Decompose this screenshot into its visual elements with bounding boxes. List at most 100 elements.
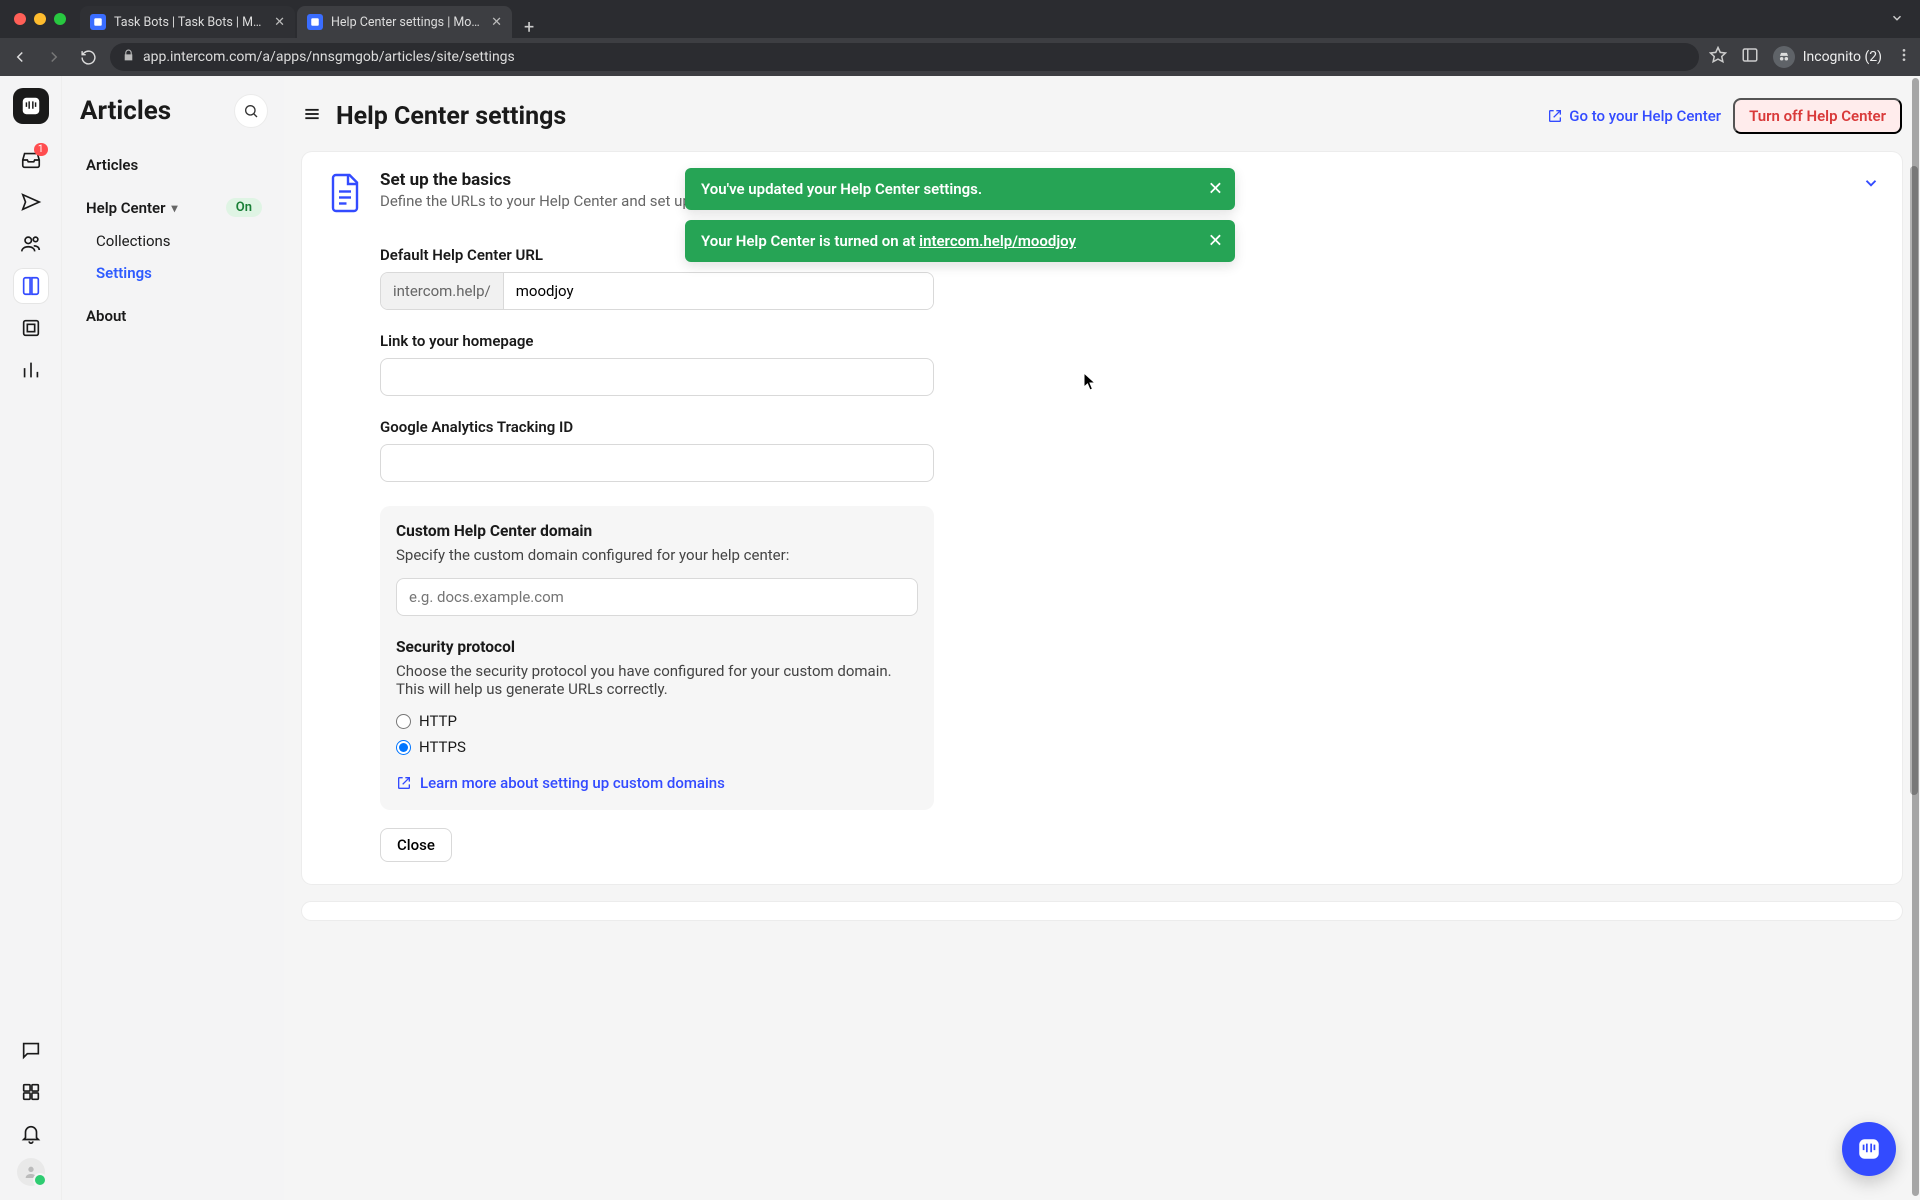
external-link-icon [396,775,412,791]
rail-articles[interactable] [13,268,49,304]
nav-forward-button[interactable] [42,45,66,69]
toast-prefix: Your Help Center is turned on at [701,232,919,250]
sidebar-item-settings[interactable]: Settings [80,257,268,289]
url-text: app.intercom.com/a/apps/nnsgmgob/article… [143,49,515,65]
toast-stack: You've updated your Help Center settings… [685,168,1235,262]
window-controls [8,13,72,25]
sidebar-item-articles[interactable]: Articles [80,148,268,182]
rail-apps[interactable] [13,1074,49,1110]
ga-input[interactable] [380,444,934,482]
sidebar-item-label: Articles [86,156,138,174]
document-icon [324,170,366,216]
sidebar: Articles Articles Help Center ▾ On Colle… [62,76,284,1200]
url-prefix: intercom.help/ [381,273,504,309]
rail-contacts[interactable] [13,226,49,262]
tab-title: Task Bots | Task Bots | Mood… [114,15,266,30]
incognito-icon [1773,46,1795,68]
turn-off-help-center-button[interactable]: Turn off Help Center [1733,98,1902,134]
window-scrollbar[interactable] [1912,78,1919,1196]
toast-updated: You've updated your Help Center settings… [685,168,1235,210]
custom-domain-card: Custom Help Center domain Specify the cu… [380,506,934,810]
nav-rail: 1 [0,76,62,1200]
page-title: Help Center settings [336,102,566,131]
window-minimize-icon[interactable] [34,13,46,25]
custom-domain-desc: Specify the custom domain configured for… [396,546,918,564]
radio-https[interactable]: HTTPS [396,738,918,756]
sidebar-item-help-center[interactable]: Help Center ▾ On [80,190,268,225]
window-zoom-icon[interactable] [54,13,66,25]
learn-more-link[interactable]: Learn more about setting up custom domai… [396,774,918,792]
tab-close-icon[interactable]: ✕ [491,16,502,29]
incognito-label: Incognito (2) [1803,49,1882,65]
browser-tab-1[interactable]: Task Bots | Task Bots | Mood… ✕ [80,6,295,38]
default-url-field: intercom.help/ [380,272,934,310]
kebab-menu-icon[interactable] [1896,47,1912,67]
rail-inbox[interactable]: 1 [13,142,49,178]
browser-address-bar: app.intercom.com/a/apps/nnsgmgob/article… [0,38,1920,76]
messenger-icon [1856,1136,1882,1162]
collapse-chevron-icon[interactable] [1862,174,1880,196]
rail-user-avatar[interactable] [17,1158,45,1186]
browser-tab-2[interactable]: Help Center settings | Moodjo… ✕ [297,6,512,38]
new-tab-button[interactable]: + [514,17,544,38]
toast-text: You've updated your Help Center settings… [701,180,982,198]
inbox-badge: 1 [34,143,48,156]
toast-text: Your Help Center is turned on at interco… [701,232,1076,250]
link-label: Go to your Help Center [1569,107,1721,125]
intercom-favicon-icon [90,14,106,30]
rail-outbound[interactable] [13,184,49,220]
nav-back-button[interactable] [8,45,32,69]
incognito-indicator[interactable]: Incognito (2) [1773,46,1882,68]
rail-messages[interactable] [13,1032,49,1068]
custom-domain-title: Custom Help Center domain [396,522,918,540]
close-button[interactable]: Close [380,828,452,862]
next-section-card[interactable] [302,902,1902,920]
help-center-status-badge: On [226,198,262,217]
go-to-help-center-link[interactable]: Go to your Help Center [1547,107,1721,125]
external-link-icon [1547,108,1563,124]
rail-operator[interactable] [13,310,49,346]
chevron-down-icon: ▾ [172,201,178,215]
toast-close-icon[interactable]: ✕ [1208,231,1223,252]
rail-notifications[interactable] [13,1116,49,1152]
window-scroll-thumb[interactable] [1912,78,1919,1196]
rail-reports[interactable] [13,352,49,388]
custom-domain-input[interactable] [396,578,918,616]
intercom-logo-icon[interactable] [13,88,49,124]
search-icon [243,103,259,119]
hamburger-icon[interactable] [302,104,322,128]
ga-label: Google Analytics Tracking ID [380,418,934,436]
security-protocol-desc: Choose the security protocol you have co… [396,662,918,698]
sidebar-title: Articles [80,96,171,126]
page-header: Help Center settings Go to your Help Cen… [302,88,1902,152]
radio-https-input[interactable] [396,740,411,755]
sidebar-item-label: About [86,307,126,325]
default-url-input[interactable] [504,273,933,309]
learn-more-label: Learn more about setting up custom domai… [420,774,725,792]
homepage-label: Link to your homepage [380,332,934,350]
tab-close-icon[interactable]: ✕ [274,16,285,29]
bookmark-star-icon[interactable] [1709,46,1727,68]
homepage-input[interactable] [380,358,934,396]
intercom-favicon-icon [307,14,323,30]
window-close-icon[interactable] [14,13,26,25]
toast-close-icon[interactable]: ✕ [1208,179,1223,200]
tab-title: Help Center settings | Moodjo… [331,15,483,30]
nav-reload-button[interactable] [76,45,100,69]
radio-http-label: HTTP [419,712,457,730]
messenger-launcher[interactable] [1842,1122,1896,1176]
search-button[interactable] [234,94,268,128]
radio-http-input[interactable] [396,714,411,729]
toast-turned-on: Your Help Center is turned on at interco… [685,220,1235,262]
sidebar-item-collections[interactable]: Collections [80,225,268,257]
radio-http[interactable]: HTTP [396,712,918,730]
lock-icon [122,49,135,66]
security-protocol-title: Security protocol [396,638,918,656]
url-input[interactable]: app.intercom.com/a/apps/nnsgmgob/article… [110,43,1699,71]
tabstrip-chevron-icon[interactable] [1890,10,1912,29]
sidebar-item-label: Help Center [86,199,166,217]
toast-link[interactable]: intercom.help/moodjoy [919,232,1076,250]
sidebar-item-about[interactable]: About [80,299,268,333]
browser-tabstrip: Task Bots | Task Bots | Mood… ✕ Help Cen… [0,0,1920,38]
panel-icon[interactable] [1741,46,1759,68]
